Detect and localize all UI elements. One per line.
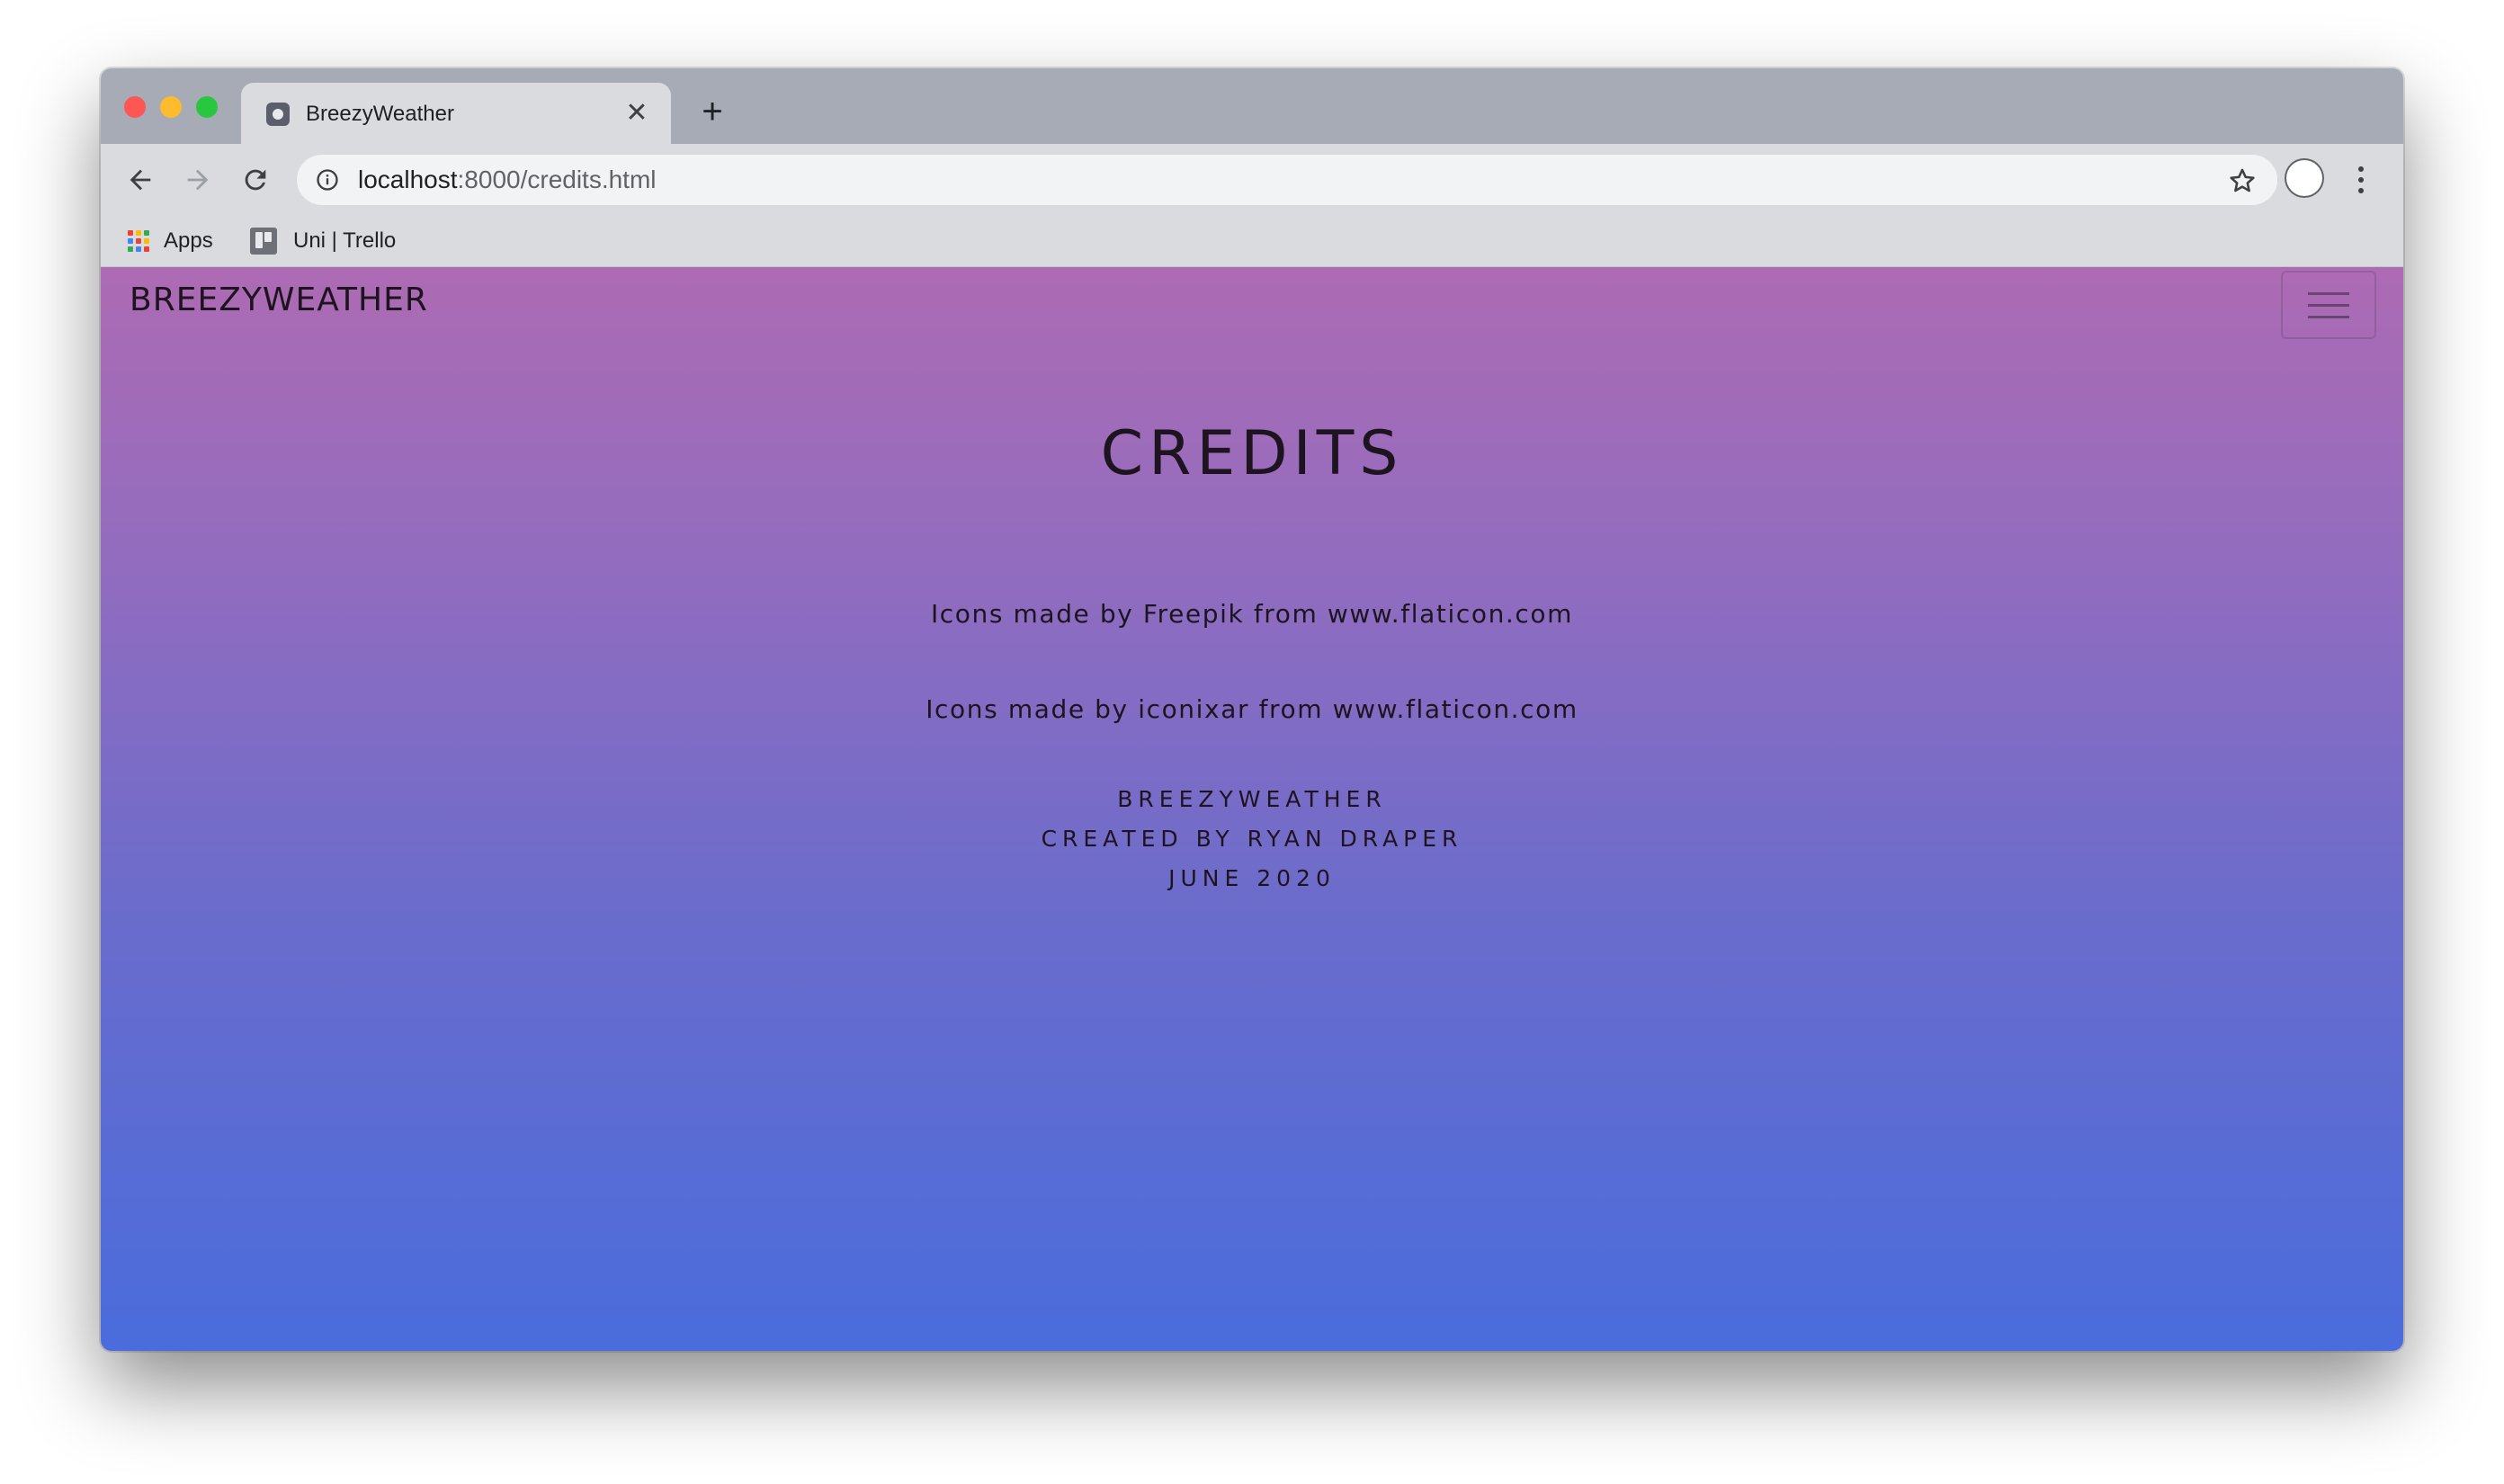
forward-button[interactable] [178,160,218,200]
bookmark-apps[interactable]: Apps [128,225,213,257]
footer-date: JUNE 2020 [1168,865,1336,891]
browser-window: BreezyWeather ✕ + localhost:8000/credits… [101,68,2403,1351]
page-viewport: BREEZYWEATHER CREDITS Icons made by Free… [101,267,2403,1351]
tab-close-icon[interactable]: ✕ [621,97,653,130]
browser-tab[interactable]: BreezyWeather ✕ [241,83,671,144]
bookmark-label: Uni | Trello [293,228,397,253]
trello-icon [250,228,277,255]
maximize-window-button[interactable] [196,96,218,118]
tab-title: BreezyWeather [306,102,454,126]
browser-toolbar: localhost:8000/credits.html [101,144,2403,216]
new-tab-button[interactable]: + [694,94,730,130]
minimize-window-button[interactable] [160,96,182,118]
bookmark-trello[interactable]: Uni | Trello [250,225,396,257]
arrow-right-icon [187,169,209,191]
profile-avatar[interactable] [2285,158,2324,198]
back-button[interactable] [121,160,160,200]
footer-author: CREATED BY RYAN DRAPER [1041,826,1463,852]
bookmark-label: Apps [164,228,213,253]
footer-app-name: BREEZYWEATHER [1117,786,1387,812]
title-bar: BreezyWeather ✕ + [101,68,2403,144]
url-path: :8000/credits.html [457,165,657,193]
info-icon[interactable] [315,167,340,192]
reload-icon [245,169,266,191]
arrow-left-icon [130,169,151,191]
apps-grid-icon [128,230,149,252]
bookmark-star-icon[interactable] [2227,165,2258,196]
reload-button[interactable] [236,160,275,200]
favicon-icon [266,103,290,126]
bookmarks-bar: Apps Uni | Trello [101,216,2403,267]
hamburger-menu-icon[interactable] [2281,271,2376,339]
url-text[interactable]: localhost:8000/credits.html [358,164,657,196]
more-options-icon[interactable] [2349,160,2373,200]
credit-line: Icons made by Freepik from www.flaticon.… [930,599,1574,629]
address-bar[interactable]: localhost:8000/credits.html [297,155,2277,205]
navbar-brand[interactable]: BREEZYWEATHER [130,282,428,318]
credit-line: Icons made by iconixar from www.flaticon… [926,694,1578,724]
close-window-button[interactable] [124,96,146,118]
url-host: localhost [358,165,458,193]
page-title: CREDITS [1100,418,1404,489]
